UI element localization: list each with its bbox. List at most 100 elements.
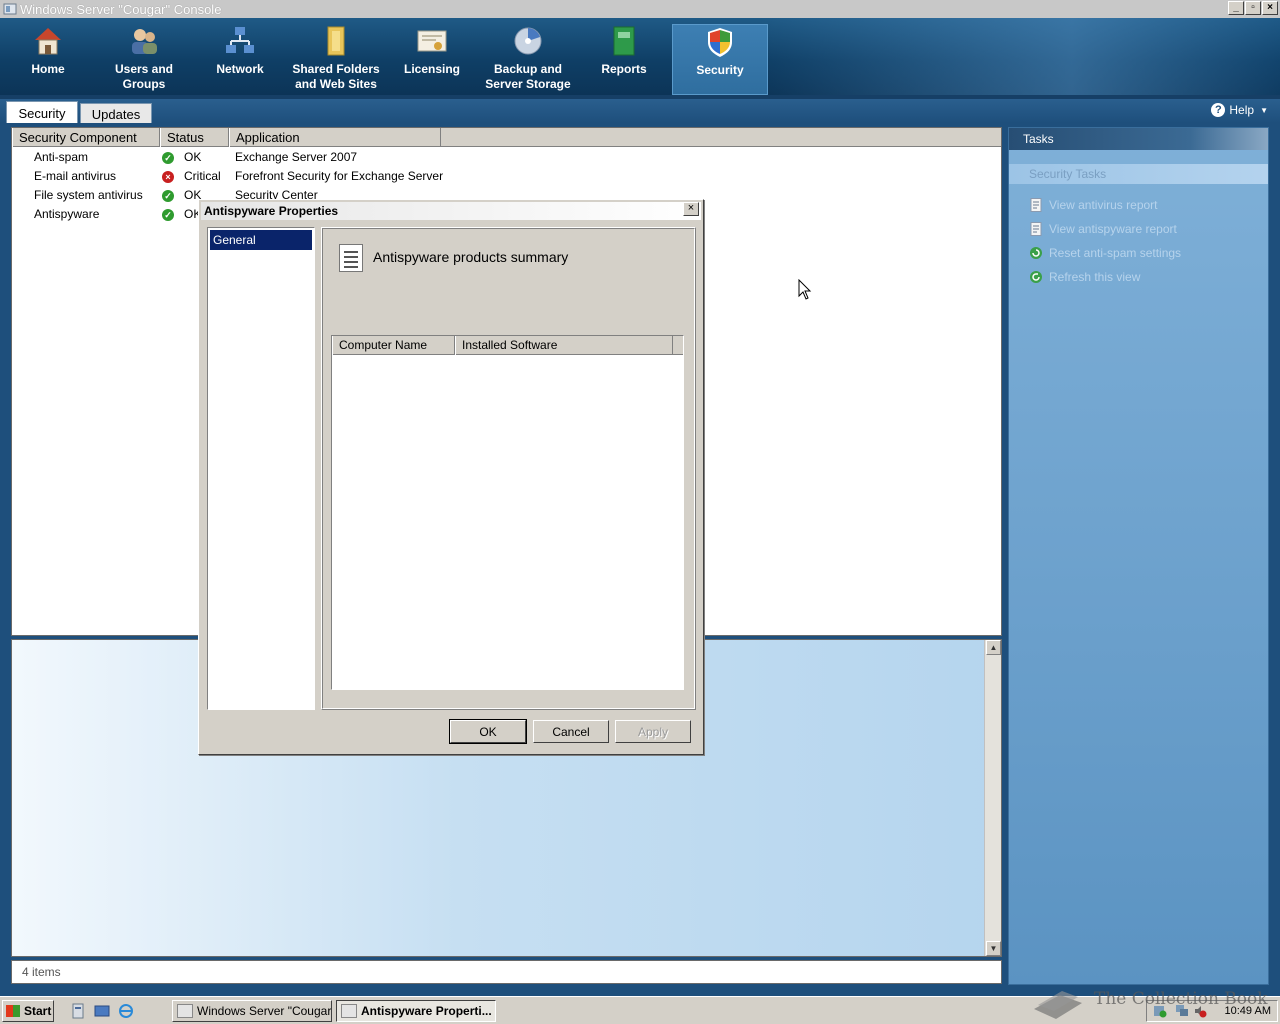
minimize-button[interactable]: _ (1228, 1, 1244, 15)
ok-check-icon: ✓ (162, 152, 174, 164)
tab-strip: Security Updates ? Help ▼ (0, 95, 1280, 125)
clock: 10:49 AM (1224, 1005, 1271, 1017)
reset-icon (1029, 246, 1043, 260)
page-title: Antispyware products summary (373, 249, 569, 265)
server-manager-icon[interactable] (70, 1003, 86, 1019)
dialog-page: Antispyware products summary Computer Na… (321, 227, 696, 710)
windows-flag-icon (6, 1005, 20, 1017)
nav-security-label: Security (696, 63, 744, 77)
ok-check-icon: ✓ (162, 190, 174, 202)
taskbar-button-antispyware[interactable]: Antispyware Properti... (336, 1000, 496, 1022)
table-row[interactable]: E-mail antivirus × Critical Forefront Se… (12, 167, 1001, 186)
window-title-bar: Windows Server "Cougar" Console _ ▫ × (0, 0, 1280, 18)
backup-disk-icon (511, 24, 545, 58)
document-icon (1029, 222, 1043, 236)
task-label: Reset anti-spam settings (1049, 246, 1182, 260)
column-header-application[interactable]: Application (229, 128, 441, 147)
nav-shared-folders-label: Shared Folders and Web Sites (292, 62, 380, 91)
nav-item-general[interactable]: General (210, 230, 312, 250)
taskbar: Start Windows Server "Cougar... Antispyw… (0, 996, 1280, 1024)
network-icon (223, 24, 257, 58)
cell-status: OK (184, 150, 202, 164)
list-header: Security Component Status Application (12, 128, 1001, 147)
nav-reports-label: Reports (601, 62, 647, 76)
security-tasks-section: Security Tasks (1009, 164, 1268, 184)
ok-button[interactable]: OK (449, 719, 527, 744)
properties-window-icon (341, 1004, 357, 1018)
taskbar-button-console[interactable]: Windows Server "Cougar... (172, 1000, 332, 1022)
nav-reports[interactable]: Reports (576, 24, 672, 95)
cancel-button[interactable]: Cancel (533, 720, 609, 743)
task-view-antivirus-report[interactable]: View antivirus report (1029, 196, 1158, 214)
report-book-icon (607, 24, 641, 58)
nav-network[interactable]: Network (192, 24, 288, 95)
dialog-title: Antispyware Properties (201, 202, 701, 220)
nav-shared-folders[interactable]: Shared Folders and Web Sites (288, 24, 384, 95)
close-window-button[interactable]: × (1262, 1, 1278, 15)
ok-check-icon: ✓ (162, 209, 174, 221)
volume-muted-tray-icon[interactable] (1193, 1004, 1207, 1021)
cell-application: Exchange Server 2007 (235, 150, 358, 164)
start-button[interactable]: Start (2, 1000, 54, 1022)
network-tray-icon[interactable] (1175, 1004, 1189, 1021)
task-label: Refresh this view (1049, 270, 1141, 284)
nav-backup-storage-label: Backup and Server Storage (485, 62, 571, 91)
column-header-component[interactable]: Security Component (12, 128, 160, 147)
nav-home[interactable]: Home (0, 24, 96, 95)
mouse-pointer-icon (798, 278, 812, 304)
cell-component: Antispyware (34, 207, 100, 221)
list-document-icon (339, 244, 363, 272)
nav-licensing[interactable]: Licensing (384, 24, 480, 95)
help-link[interactable]: ? Help ▼ (1211, 103, 1268, 117)
tab-updates[interactable]: Updates (80, 103, 152, 125)
help-label: Help (1229, 103, 1255, 117)
show-desktop-icon[interactable] (94, 1003, 110, 1019)
scroll-up-arrow-icon[interactable]: ▲ (986, 640, 1001, 655)
products-summary-list[interactable]: Computer Name Installed Software (331, 335, 684, 690)
scroll-down-arrow-icon[interactable]: ▼ (986, 941, 1001, 956)
table-row[interactable]: Anti-spam ✓ OK Exchange Server 2007 (12, 148, 1001, 167)
console-app-icon (2, 2, 18, 16)
column-header-status[interactable]: Status (160, 128, 229, 147)
tasks-header: Tasks (1009, 128, 1268, 150)
task-reset-anti-spam[interactable]: Reset anti-spam settings (1029, 244, 1181, 262)
nav-network-label: Network (216, 62, 264, 76)
task-label: View antispyware report (1049, 222, 1177, 236)
security-tray-icon[interactable] (1153, 1004, 1167, 1021)
nav-users-and-groups[interactable]: Users and Groups (96, 24, 192, 95)
task-refresh-view[interactable]: Refresh this view (1029, 268, 1140, 286)
users-icon (127, 24, 161, 58)
cell-application: Forefront Security for Exchange Server (235, 169, 444, 183)
window-title: Windows Server "Cougar" Console (20, 1, 222, 17)
dialog-nav-list: General (207, 227, 315, 710)
dialog-close-button[interactable]: × (683, 202, 699, 216)
cell-component: File system antivirus (34, 188, 143, 202)
column-header-installed-software[interactable]: Installed Software (455, 336, 673, 355)
restore-button[interactable]: ▫ (1245, 1, 1261, 15)
nav-backup-storage[interactable]: Backup and Server Storage (480, 24, 576, 95)
cell-status: Critical (184, 169, 221, 183)
details-scrollbar[interactable]: ▲ ▼ (984, 640, 1001, 956)
house-icon (31, 24, 65, 58)
status-bar: 4 items (11, 960, 1002, 984)
antispyware-properties-dialog: Antispyware Properties × General Antispy… (198, 199, 704, 755)
column-header-computer-name[interactable]: Computer Name (332, 336, 455, 355)
folder-icon (319, 24, 353, 58)
tasks-pane: Tasks Security Tasks View antivirus repo… (1008, 127, 1269, 985)
nav-users-and-groups-label: Users and Groups (114, 62, 174, 91)
apply-button[interactable]: Apply (615, 720, 691, 743)
tab-security[interactable]: Security (6, 101, 78, 125)
certificate-icon (415, 24, 449, 58)
chevron-down-icon: ▼ (1260, 105, 1268, 115)
task-view-antispyware-report[interactable]: View antispyware report (1029, 220, 1177, 238)
nav-security[interactable]: Security (672, 24, 768, 95)
start-label: Start (24, 1004, 52, 1018)
internet-explorer-icon[interactable] (118, 1003, 134, 1019)
document-icon (1029, 198, 1043, 212)
shield-icon (703, 25, 737, 59)
products-list-header: Computer Name Installed Software (332, 336, 683, 355)
nav-home-label: Home (31, 62, 65, 76)
critical-x-icon: × (162, 171, 174, 183)
system-tray: 10:49 AM (1146, 1000, 1278, 1022)
help-icon: ? (1211, 103, 1226, 117)
